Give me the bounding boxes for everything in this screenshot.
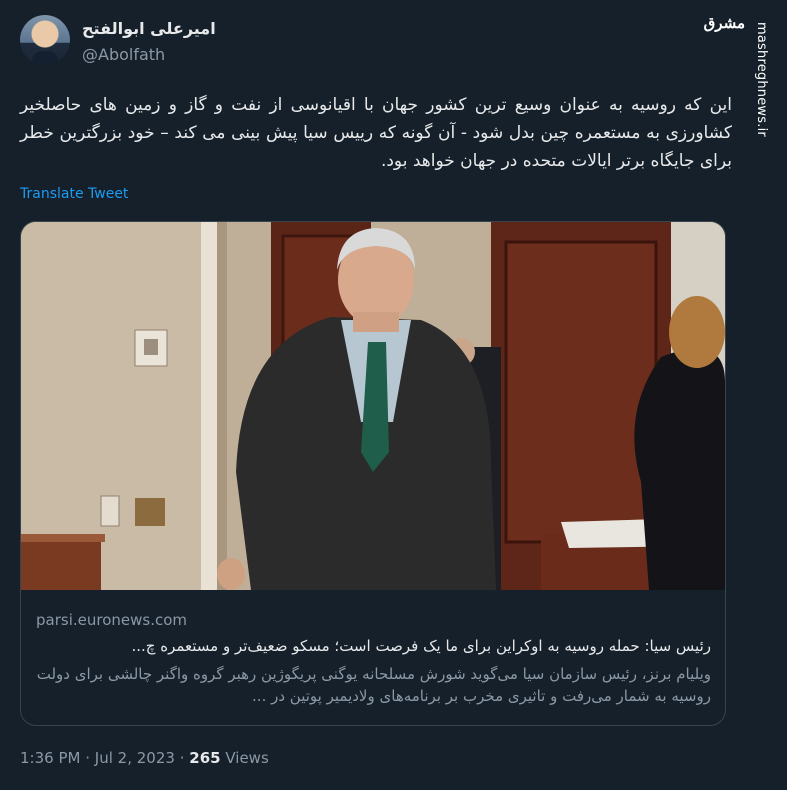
- card-domain: parsi.euronews.com: [36, 611, 188, 629]
- meta-separator: ·: [85, 749, 91, 767]
- views-label: Views: [225, 749, 269, 767]
- card-photo: [21, 222, 725, 590]
- tweet-date[interactable]: Jul 2, 2023: [95, 749, 175, 767]
- tweet-text: این که روسیه به عنوان وسیع ترین کشور جها…: [20, 95, 732, 171]
- author-handle[interactable]: @Abolfath: [82, 45, 165, 64]
- tweet-meta: 1:36 PM · Jul 2, 2023 · 265 Views: [20, 749, 269, 767]
- watermark-site: mashreghnews.ir: [754, 22, 769, 137]
- link-card[interactable]: parsi.euronews.com رئیس سیا: حمله روسیه …: [20, 221, 726, 726]
- author-name[interactable]: امیرعلی ابوالفتح: [82, 19, 216, 38]
- meta-separator-2: ·: [179, 749, 185, 767]
- tweet-time[interactable]: 1:36 PM: [20, 749, 80, 767]
- views-count: 265: [189, 749, 221, 767]
- translate-tweet-link[interactable]: Translate Tweet: [20, 186, 128, 202]
- card-description: ویلیام برنز، رئیس سازمان سیا می‌گوید شور…: [36, 665, 711, 705]
- avatar[interactable]: [20, 15, 70, 65]
- watermark-logo: مشرق: [703, 14, 745, 32]
- card-image[interactable]: [21, 222, 725, 590]
- card-title[interactable]: رئیس سیا: حمله روسیه به اوکراین برای ما …: [31, 637, 711, 655]
